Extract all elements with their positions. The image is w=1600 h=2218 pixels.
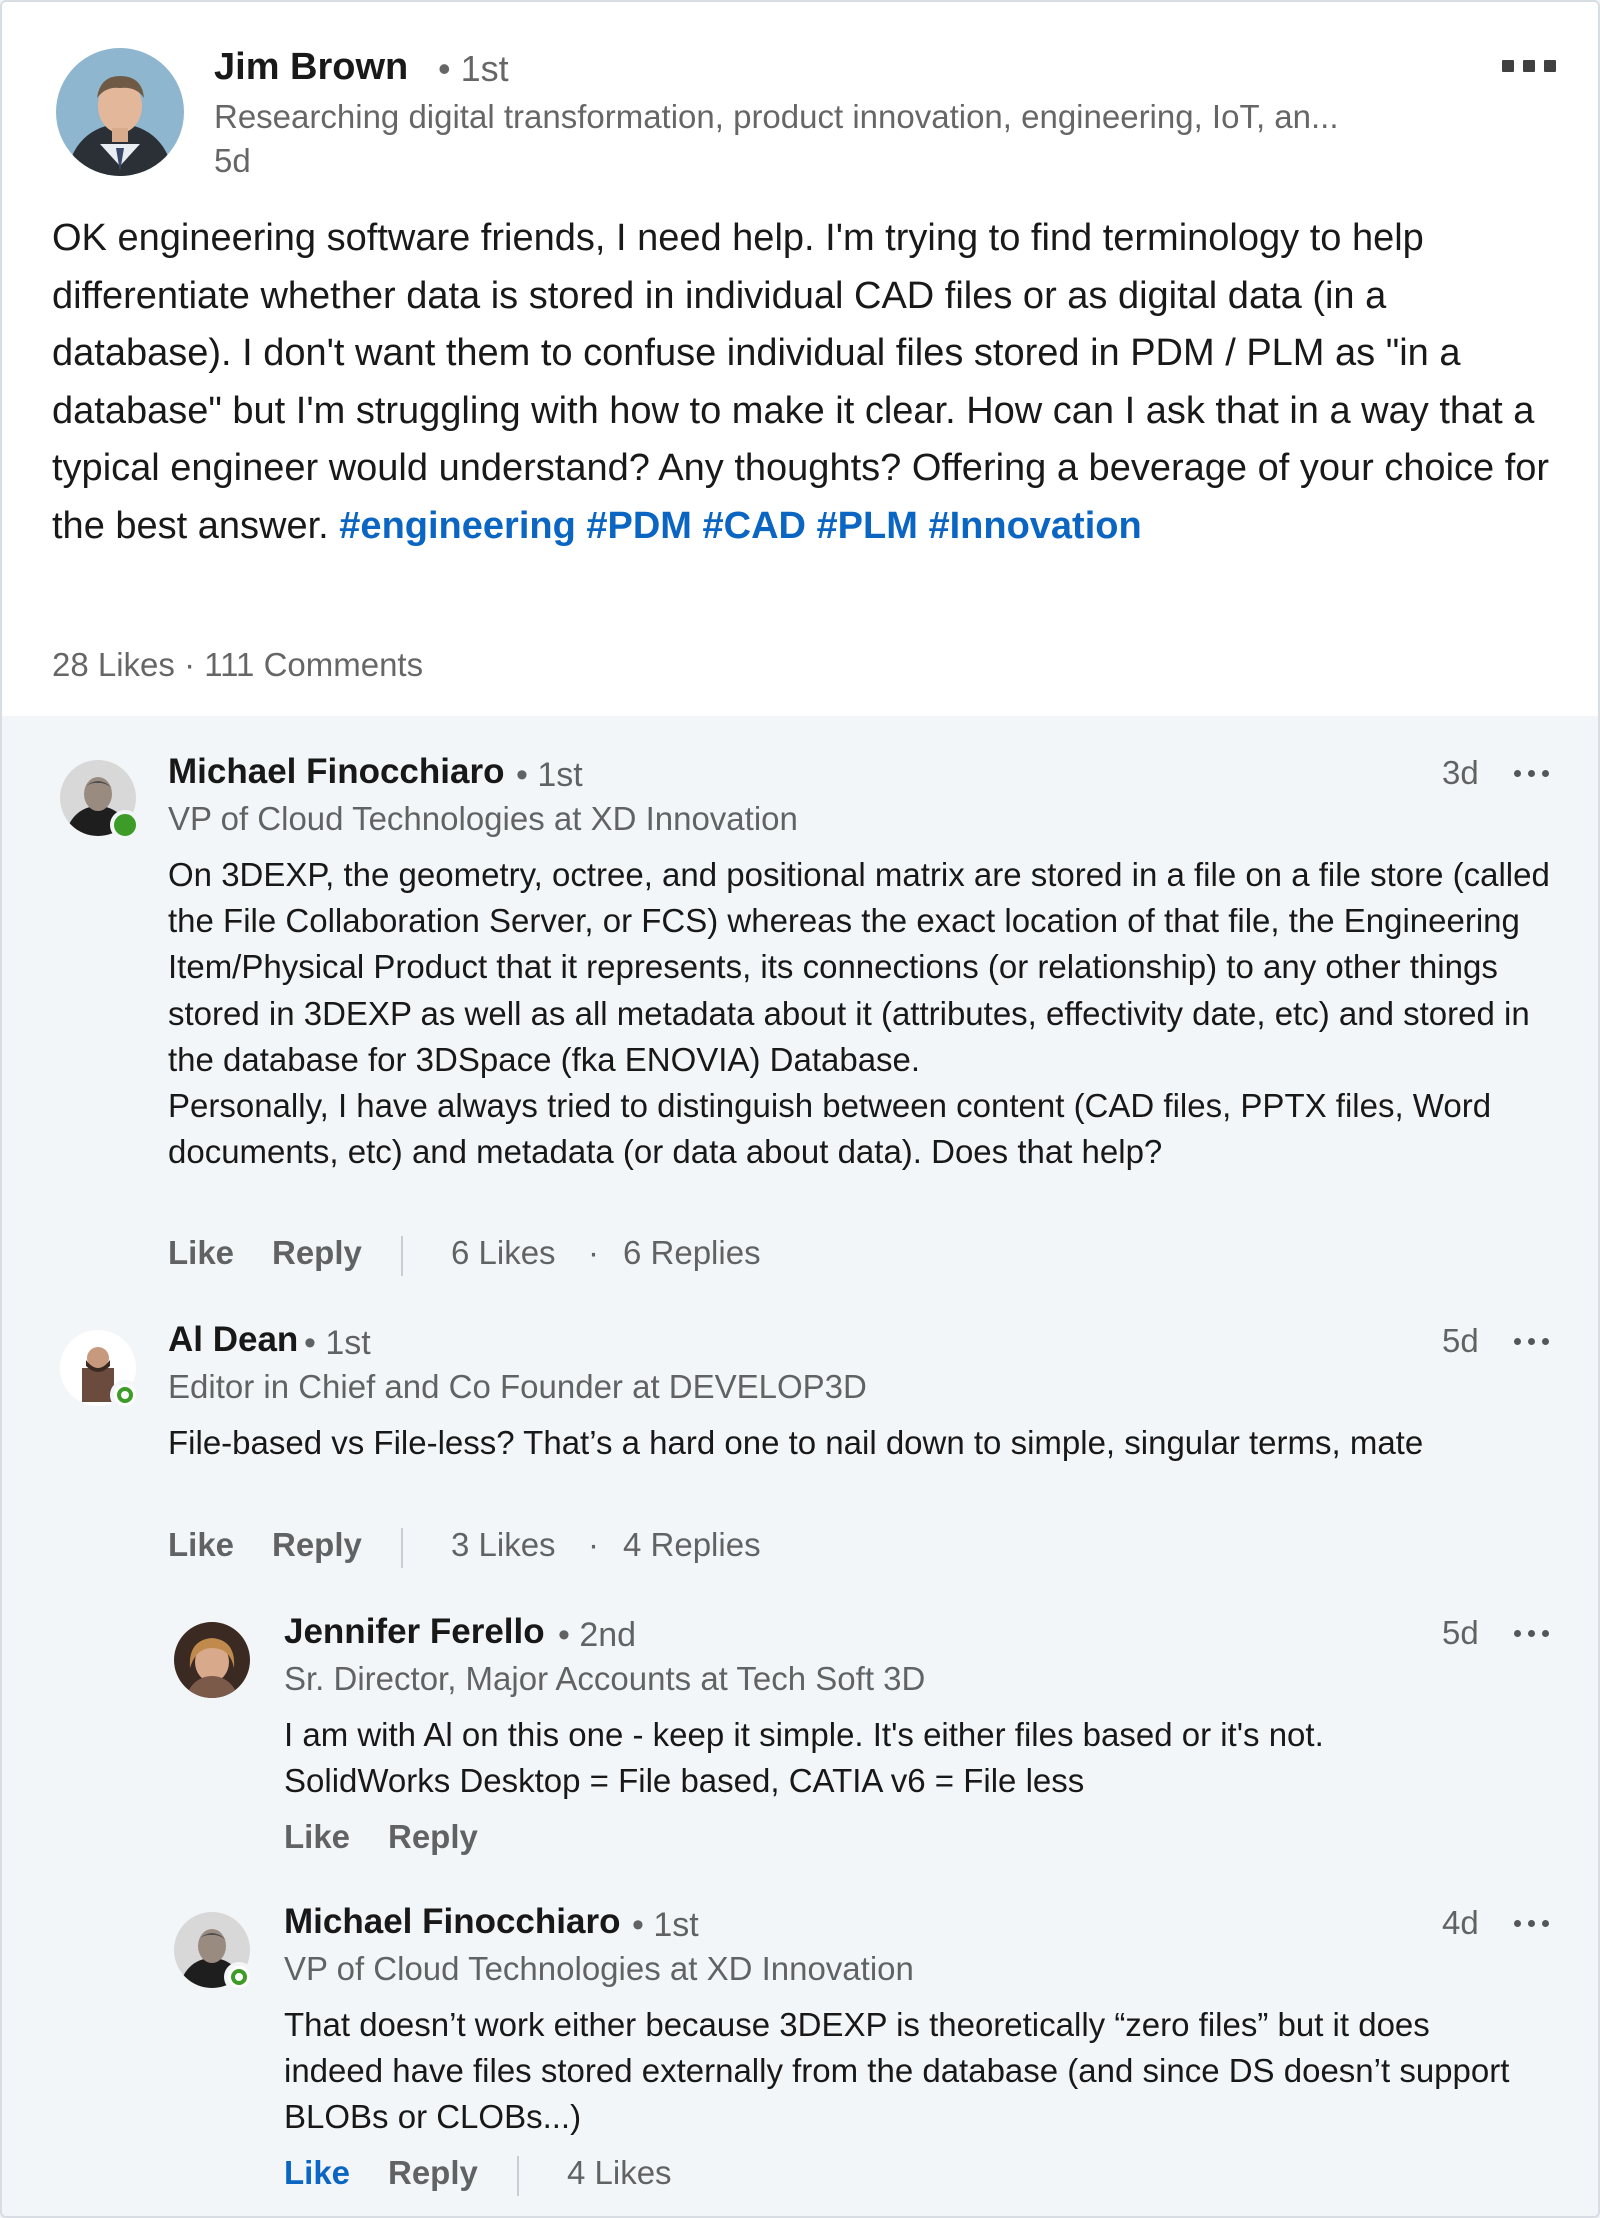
post-header-section: Jim Brown • 1st Researching digital tran…	[2, 2, 1598, 716]
comment-item: Michael Finocchiaro • 1st VP of Cloud Te…	[2, 716, 1598, 1276]
commenter-degree: • 2nd	[558, 1616, 637, 1654]
reply-item: Jennifer Ferello • 2nd Sr. Director, Maj…	[2, 1608, 1598, 1858]
author-headline: Researching digital transformation, prod…	[214, 98, 1339, 135]
online-status-icon	[110, 1380, 140, 1410]
like-button[interactable]: Like	[284, 2154, 350, 2192]
comment-actions: Like Reply	[284, 1818, 684, 1864]
likes-count[interactable]: 6 Likes	[451, 1234, 556, 1272]
reply-button[interactable]: Reply	[388, 2154, 478, 2192]
like-button[interactable]: Like	[168, 1234, 234, 1272]
reply-button[interactable]: Reply	[272, 1234, 362, 1272]
commenter-headline: Editor in Chief and Co Founder at DEVELO…	[168, 1368, 867, 1405]
hashtag-pdm[interactable]: #PDM	[586, 505, 692, 547]
commenter-degree-label: 1st	[653, 1906, 699, 1944]
commenter-degree: • 1st	[632, 1906, 699, 1944]
commenter-name[interactable]: Jennifer Ferello	[284, 1612, 545, 1652]
commenter-degree: • 1st	[304, 1324, 371, 1362]
comment-actions: Like Reply 6 Likes · 6 Replies	[168, 1234, 968, 1280]
feed-post-card: Jim Brown • 1st Researching digital tran…	[0, 0, 1600, 2218]
hashtag-engineering[interactable]: #engineering	[339, 505, 576, 547]
author-degree-label: 1st	[460, 48, 509, 89]
action-divider	[401, 1528, 403, 1568]
likes-count[interactable]: 4 Likes	[567, 2154, 672, 2192]
replies-count[interactable]: 4 Replies	[623, 1526, 761, 1564]
commenter-degree-label: 1st	[537, 756, 583, 794]
commenter-headline: VP of Cloud Technologies at XD Innovatio…	[284, 1950, 914, 1987]
stat-separator: ·	[588, 1234, 599, 1271]
stat-separator: ·	[588, 1526, 599, 1563]
post-timestamp: 5d	[214, 142, 251, 179]
commenter-photo	[174, 1622, 250, 1698]
commenter-avatar[interactable]	[174, 1912, 254, 1992]
commenter-headline: VP of Cloud Technologies at XD Innovatio…	[168, 800, 798, 837]
comment-more-icon[interactable]	[1512, 1918, 1552, 1928]
post-body: OK engineering software friends, I need …	[52, 210, 1562, 555]
hashtag-cad[interactable]: #CAD	[703, 505, 806, 547]
reply-button[interactable]: Reply	[388, 1818, 478, 1856]
online-status-icon	[224, 1962, 254, 1992]
author-degree: • 1st	[438, 48, 509, 90]
more-horizontal-icon[interactable]	[1498, 56, 1560, 76]
like-button[interactable]: Like	[168, 1526, 234, 1564]
hashtag-plm[interactable]: #PLM	[817, 505, 918, 547]
comment-more-icon[interactable]	[1512, 1628, 1552, 1638]
action-divider	[517, 2156, 519, 2196]
like-button[interactable]: Like	[284, 1818, 350, 1856]
comment-text: That doesn’t work either because 3DEXP i…	[284, 2006, 1510, 2136]
comment-text: On 3DEXP, the geometry, octree, and posi…	[168, 856, 1550, 1171]
post-body-text: OK engineering software friends, I need …	[52, 217, 1550, 547]
commenter-degree: • 1st	[516, 756, 583, 794]
online-status-icon	[110, 810, 140, 840]
reply-item: Michael Finocchiaro • 1st VP of Cloud Te…	[2, 1898, 1598, 2200]
author-avatar[interactable]	[56, 48, 184, 176]
reply-button[interactable]: Reply	[272, 1526, 362, 1564]
commenter-degree-label: 1st	[325, 1324, 371, 1362]
comment-more-icon[interactable]	[1512, 768, 1552, 778]
comment-text: File-based vs File-less? That’s a hard o…	[168, 1424, 1424, 1461]
post-social-counts[interactable]: 28 Likes · 111 Comments	[52, 646, 423, 684]
comment-timestamp: 5d	[1442, 1614, 1479, 1651]
comment-actions: Like Reply 4 Likes	[284, 2154, 884, 2200]
commenter-avatar[interactable]	[60, 1330, 140, 1410]
replies-count[interactable]: 6 Replies	[623, 1234, 761, 1272]
commenter-headline: Sr. Director, Major Accounts at Tech Sof…	[284, 1660, 926, 1697]
commenter-avatar[interactable]	[60, 760, 140, 840]
comment-timestamp: 3d	[1442, 754, 1479, 791]
comment-text: I am with Al on this one - keep it simpl…	[284, 1716, 1324, 1800]
action-divider	[401, 1236, 403, 1276]
comments-list: Michael Finocchiaro • 1st VP of Cloud Te…	[2, 716, 1598, 2216]
comment-more-icon[interactable]	[1512, 1336, 1552, 1346]
comment-timestamp: 4d	[1442, 1904, 1479, 1941]
hashtag-innovation[interactable]: #Innovation	[928, 505, 1141, 547]
commenter-degree-label: 2nd	[579, 1616, 637, 1654]
commenter-name[interactable]: Michael Finocchiaro	[284, 1902, 620, 1942]
commenter-name[interactable]: Michael Finocchiaro	[168, 752, 504, 792]
author-photo	[56, 48, 184, 176]
likes-count[interactable]: 3 Likes	[451, 1526, 556, 1564]
comment-actions: Like Reply 3 Likes · 4 Replies	[168, 1526, 968, 1572]
comment-item: Al Dean • 1st Editor in Chief and Co Fou…	[2, 1316, 1598, 1568]
comment-timestamp: 5d	[1442, 1322, 1479, 1359]
author-name[interactable]: Jim Brown	[214, 46, 408, 89]
degree-separator: •	[438, 48, 461, 89]
commenter-avatar[interactable]	[174, 1622, 250, 1698]
commenter-name[interactable]: Al Dean	[168, 1320, 298, 1360]
